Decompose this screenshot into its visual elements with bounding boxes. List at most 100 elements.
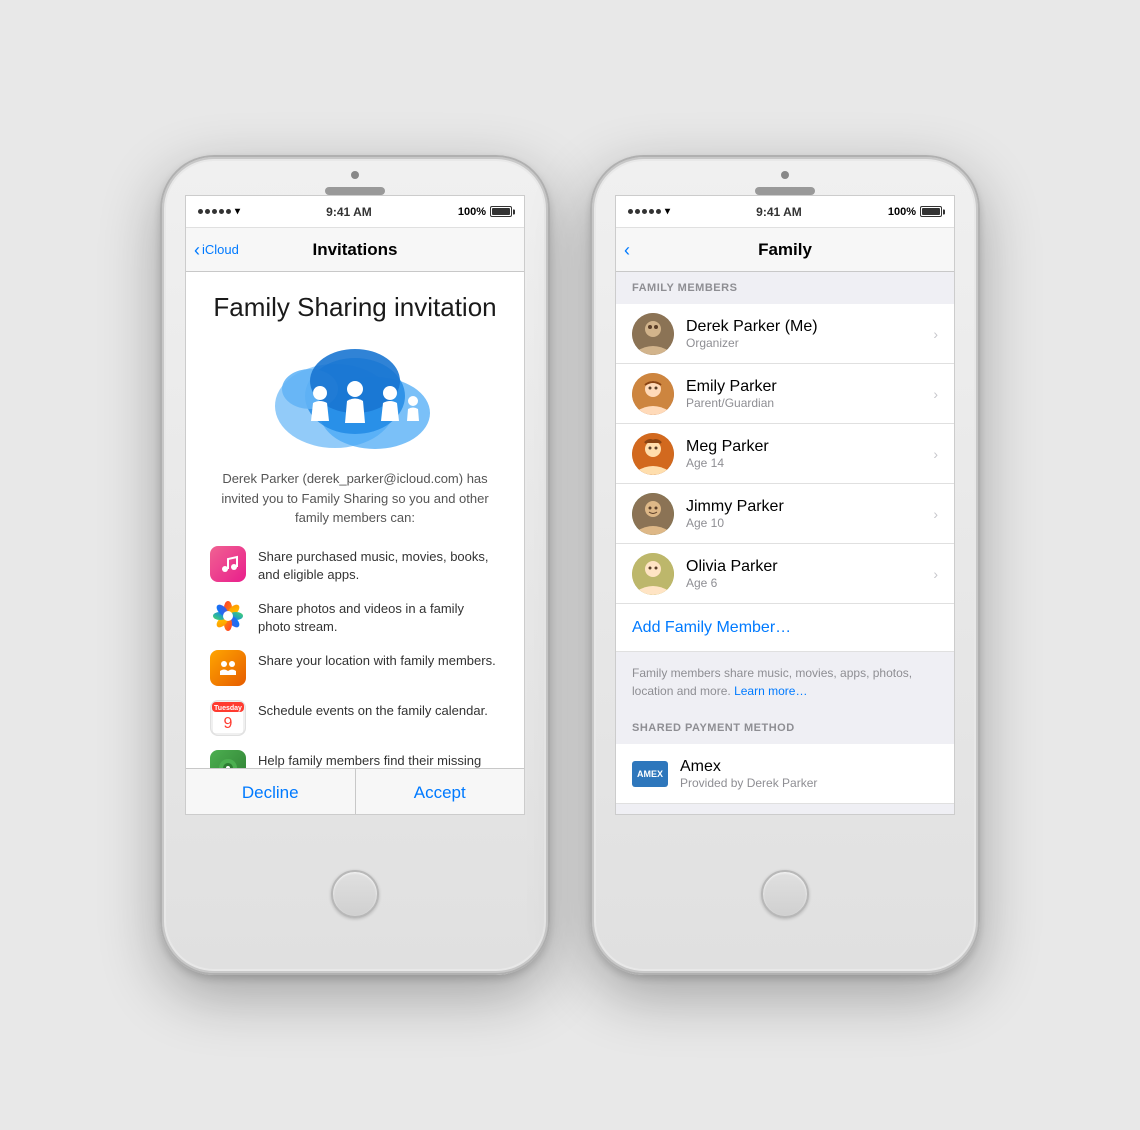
svg-text:Tuesday: Tuesday [214,705,242,712]
feature-list: Share purchased music, movies, books, an… [210,546,500,789]
feature-item-location: Share your location with family members. [210,650,500,686]
bottom-actions: Decline Accept [186,768,524,815]
member-item-olivia[interactable]: Olivia Parker Age 6 › [616,544,954,604]
wifi-icon-2: ▾ [665,206,670,217]
amex-text: AMEX [637,769,663,779]
camera-1 [351,171,359,179]
member-name-olivia: Olivia Parker [686,558,921,576]
avatar-jimmy [632,493,674,535]
chevron-left-icon-2: ‹ [624,241,630,259]
nav-bar-2: ‹ Family [616,228,954,272]
payment-name: Amex [680,758,938,776]
battery-fill-2 [922,208,940,215]
battery-fill-1 [492,208,510,215]
iphone-bottom-1 [331,815,379,973]
chevron-meg: › [933,446,938,462]
members-section-header: FAMILY MEMBERS [616,272,954,304]
iphone-2: ▾ 9:41 AM 100% ‹ Family [590,155,980,975]
chevron-jimmy: › [933,506,938,522]
nav-title-1: Invitations [312,240,397,260]
member-item-meg[interactable]: Meg Parker Age 14 › [616,424,954,484]
iphone-top-2 [592,157,978,195]
back-button-2[interactable]: ‹ [624,241,630,259]
feature-item-music: Share purchased music, movies, books, an… [210,546,500,584]
add-member-label: Add Family Member… [632,619,791,637]
feature-item-calendar: Tuesday 9 Schedule events on the family … [210,700,500,736]
nav-title-2: Family [758,240,812,260]
battery-percent-2: 100% [888,206,916,218]
chevron-derek: › [933,326,938,342]
back-label-1: iCloud [202,242,239,257]
feature-text-calendar: Schedule events on the family calendar. [258,700,488,720]
member-role-emily: Parent/Guardian [686,396,921,410]
avatar-olivia [632,553,674,595]
iphone-1: ▾ 9:41 AM 100% ‹ iCloud Invitations [160,155,550,975]
member-name-emily: Emily Parker [686,378,921,396]
calendar-icon: Tuesday 9 [210,700,246,736]
decline-button[interactable]: Decline [186,769,356,815]
home-button-1[interactable] [331,870,379,918]
status-time-2: 9:41 AM [756,205,802,219]
speaker-2 [755,187,815,195]
payment-description: Purchases initiated by family members wi… [616,804,954,815]
back-button-1[interactable]: ‹ iCloud [194,241,239,259]
payment-section-header: SHARED PAYMENT METHOD [616,712,954,744]
payment-section: SHARED PAYMENT METHOD AMEX Amex Provided… [616,712,954,815]
camera-2 [781,171,789,179]
members-header-label: FAMILY MEMBERS [632,282,737,294]
nav-bar-1: ‹ iCloud Invitations [186,228,524,272]
invite-content: Family Sharing invitation [186,272,524,815]
battery-percent-1: 100% [458,206,486,218]
wifi-icon-1: ▾ [235,206,240,217]
music-icon [210,546,246,582]
chevron-left-icon-1: ‹ [194,241,200,259]
avatar-emily [632,373,674,415]
battery-icon-1 [490,206,512,217]
member-info-emily: Emily Parker Parent/Guardian [686,378,921,410]
payment-info: Amex Provided by Derek Parker [680,758,938,790]
family-description: Family members share music, movies, apps… [616,652,954,712]
feature-text-location: Share your location with family members. [258,650,496,670]
status-right-1: 100% [458,206,512,218]
status-bar-2: ▾ 9:41 AM 100% [616,196,954,228]
battery-icon-2 [920,206,942,217]
family-content: FAMILY MEMBERS [616,272,954,815]
status-bar-1: ▾ 9:41 AM 100% [186,196,524,228]
accept-button[interactable]: Accept [356,769,525,815]
speaker-1 [325,187,385,195]
member-info-meg: Meg Parker Age 14 [686,438,921,470]
invite-heading: Family Sharing invitation [210,292,500,323]
member-item-jimmy[interactable]: Jimmy Parker Age 10 › [616,484,954,544]
iphone-top-1 [162,157,548,195]
invite-screen: Family Sharing invitation [186,272,524,815]
learn-more-link[interactable]: Learn more… [734,684,807,698]
member-info-olivia: Olivia Parker Age 6 [686,558,921,590]
status-left-2: ▾ [628,206,670,217]
photos-icon [210,598,246,634]
family-cloud-svg [265,341,445,451]
invite-description: Derek Parker (derek_parker@icloud.com) h… [210,469,500,528]
member-name-jimmy: Jimmy Parker [686,498,921,516]
add-member-button[interactable]: Add Family Member… [616,604,954,652]
member-name-meg: Meg Parker [686,438,921,456]
screen-1: ▾ 9:41 AM 100% ‹ iCloud Invitations [185,195,525,815]
chevron-olivia: › [933,566,938,582]
home-button-2[interactable] [761,870,809,918]
member-item-derek[interactable]: Derek Parker (Me) Organizer › [616,304,954,364]
location-icon [210,650,246,686]
signal-dots-1 [198,209,231,214]
screen-2: ▾ 9:41 AM 100% ‹ Family [615,195,955,815]
avatar-derek [632,313,674,355]
member-item-emily[interactable]: Emily Parker Parent/Guardian › [616,364,954,424]
iphone-bottom-2 [761,815,809,973]
member-info-jimmy: Jimmy Parker Age 10 [686,498,921,530]
family-icon-container [210,341,500,451]
member-role-olivia: Age 6 [686,576,921,590]
member-role-meg: Age 14 [686,456,921,470]
feature-item-photos: Share photos and videos in a family phot… [210,598,500,636]
svg-text:9: 9 [224,715,233,732]
payment-item[interactable]: AMEX Amex Provided by Derek Parker [616,744,954,804]
feature-text-photos: Share photos and videos in a family phot… [258,598,500,636]
feature-text-music: Share purchased music, movies, books, an… [258,546,500,584]
member-role-derek: Organizer [686,336,921,350]
